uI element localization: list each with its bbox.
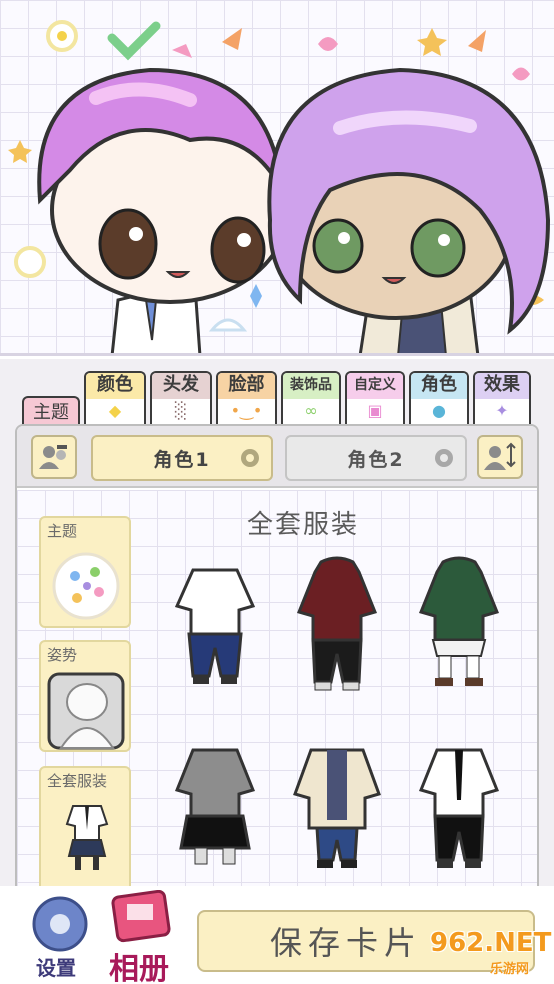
album-icon <box>111 889 171 943</box>
arrow-sticker <box>222 28 242 50</box>
tab-label: 颜色 <box>86 373 144 399</box>
comb-icon: ░ <box>174 401 188 420</box>
editor-card: 角色1 角色2 主题 姿势 全套服装 全套服装 <box>15 424 539 897</box>
outfit-option-3[interactable] <box>409 556 509 694</box>
character-1-button[interactable]: 角色1 <box>91 435 273 481</box>
character-list-button[interactable] <box>31 435 77 479</box>
heart-sticker <box>512 67 530 81</box>
tab-1[interactable]: 头发 ░ <box>150 371 212 425</box>
gear-icon[interactable] <box>239 447 261 469</box>
pose-thumbnail <box>47 672 125 750</box>
glasses-icon: ∞ <box>304 401 318 420</box>
gear-icon <box>32 896 88 952</box>
character-swap-button[interactable] <box>477 435 523 479</box>
tab-label: 自定义 <box>347 373 403 399</box>
outfit-option-4[interactable] <box>165 736 265 874</box>
image-icon: ▣ <box>367 401 383 420</box>
tab-label: 装饰品 <box>283 373 339 399</box>
settings-label: 设置 <box>36 956 76 980</box>
theme-thumbnail <box>52 552 120 620</box>
sidebar-item-label: 全套服装 <box>47 772 108 790</box>
sparkle-sticker <box>250 284 262 308</box>
swap-people-icon <box>484 442 516 470</box>
tab-4[interactable]: 自定义 ▣ <box>345 371 405 425</box>
outfit-thumbnail <box>65 805 109 870</box>
album-label: 相册 <box>109 952 169 984</box>
album-button[interactable]: 相册 <box>105 889 185 984</box>
outfit-area: 主题 姿势 全套服装 全套服装 <box>17 490 537 895</box>
character-2-button[interactable]: 角色2 <box>285 435 467 481</box>
drop-icon: ◆ <box>108 401 122 420</box>
heart-sticker <box>318 37 338 51</box>
watermark-sub: 乐游网 <box>490 962 530 977</box>
watermark-logo: 962.NET 乐游网 <box>408 928 554 977</box>
cloud-sticker <box>208 318 248 332</box>
star-sticker <box>417 28 447 56</box>
tab-label: 脸部 <box>218 373 275 399</box>
sidebar-item-label: 主题 <box>47 522 78 540</box>
sparkle-icon: ✦ <box>495 401 509 420</box>
settings-button[interactable]: 设置 <box>22 896 98 980</box>
sidebar-item-label: 姿势 <box>47 646 78 664</box>
sidebar-item-outfit[interactable]: 全套服装 <box>39 766 131 894</box>
bottom-bar: 设置 相册 保存卡片 962.NET 乐游网 <box>0 886 554 984</box>
check-sticker <box>107 21 161 61</box>
character-preview <box>0 0 554 356</box>
character-2-label: 角色2 <box>347 448 405 471</box>
star-sticker <box>8 140 32 163</box>
outfit-option-6[interactable] <box>409 736 509 874</box>
tab-2[interactable]: 脸部 •‿• <box>216 371 277 425</box>
sidebar-item-theme[interactable]: 主题 <box>39 516 131 628</box>
face-icon: •‿• <box>230 401 263 420</box>
people-icon <box>39 445 67 469</box>
gear-icon[interactable] <box>433 447 455 469</box>
flower-sticker <box>14 246 46 278</box>
character-1-label: 角色1 <box>153 448 211 471</box>
section-title: 全套服装 <box>247 510 360 540</box>
tab-6[interactable]: 效果 ✦ <box>473 371 531 425</box>
heart-sticker <box>172 44 192 58</box>
outfit-option-2[interactable] <box>287 556 387 694</box>
outfit-option-1[interactable] <box>165 556 265 694</box>
person-icon: ● <box>432 401 446 420</box>
watermark-brand: 962.NET <box>430 928 552 958</box>
tab-3[interactable]: 装饰品 ∞ <box>281 371 341 425</box>
flower-sticker <box>46 20 78 52</box>
tab-label: 效果 <box>475 373 529 399</box>
tab-label: 头发 <box>152 373 210 399</box>
character-selector-bar: 角色1 角色2 <box>17 426 537 488</box>
tab-label: 角色 <box>411 373 467 399</box>
tab-0[interactable]: 颜色 ◆ <box>84 371 146 425</box>
save-card-label: 保存卡片 <box>269 924 422 962</box>
arrow-sticker <box>468 30 486 52</box>
tab-5[interactable]: 角色 ● <box>409 371 469 425</box>
character-2 <box>267 67 551 353</box>
sidebar-item-pose[interactable]: 姿势 <box>39 640 131 752</box>
character-1 <box>37 67 290 353</box>
preview-illustration <box>8 20 551 353</box>
outfit-option-5[interactable] <box>287 736 387 874</box>
